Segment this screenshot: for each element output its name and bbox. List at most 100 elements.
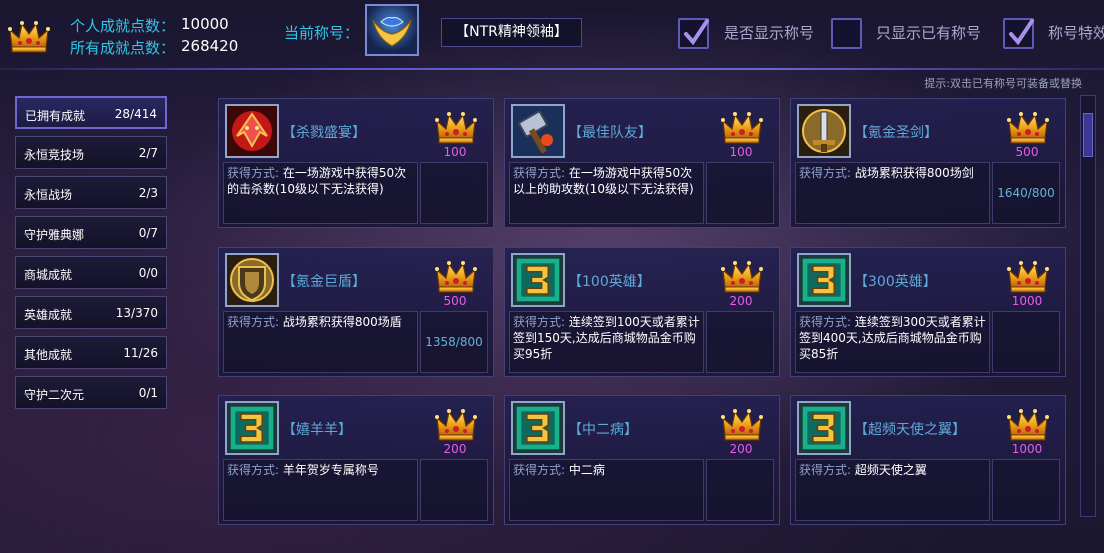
crown-icon bbox=[721, 406, 763, 442]
card-progress bbox=[420, 162, 488, 224]
sidebar-item-arena[interactable]: 永恒竞技场 2/7 bbox=[15, 136, 167, 169]
crown-icon bbox=[1007, 109, 1049, 145]
card-progress bbox=[420, 459, 488, 521]
shield-icon bbox=[225, 253, 279, 307]
show-title-checkbox[interactable] bbox=[678, 18, 709, 49]
sidebar-item-label: 永恒竞技场 bbox=[24, 148, 85, 162]
sidebar-item-battlefield[interactable]: 永恒战场 2/3 bbox=[15, 176, 167, 209]
emblem-3-icon bbox=[797, 253, 851, 307]
how-text: 战场累积获得800场盾 bbox=[282, 315, 402, 329]
achievement-card[interactable]: 【最佳队友】 100 获得方式: 在一场游戏中获得50次以上的助攻数(10级以下… bbox=[504, 98, 780, 228]
how-text: 战场累积获得800场剑 bbox=[854, 166, 974, 180]
achievement-card[interactable]: 【氪金巨盾】 500 获得方式: 战场累积获得800场盾 1358/800 bbox=[218, 247, 494, 377]
sidebar-item-athena[interactable]: 守护雅典娜 0/7 bbox=[15, 216, 167, 249]
sidebar-item-label: 守护雅典娜 bbox=[24, 228, 85, 242]
owned-only-label: 只显示已有称号 bbox=[876, 24, 982, 42]
sidebar-item-label: 其他成就 bbox=[24, 348, 73, 362]
all-points-label: 所有成就点数： bbox=[70, 39, 176, 57]
achievement-card[interactable]: 【中二病】 200 获得方式: 中二病 bbox=[504, 395, 780, 525]
sidebar-item-other[interactable]: 其他成就 11/26 bbox=[15, 336, 167, 369]
sidebar-item-hero[interactable]: 英雄成就 13/370 bbox=[15, 296, 167, 329]
hammer-icon bbox=[511, 104, 565, 158]
how-label: 获得方式: bbox=[227, 166, 280, 180]
all-points-value: 268420 bbox=[181, 37, 239, 55]
how-label: 获得方式: bbox=[227, 315, 280, 329]
card-description: 获得方式: 在一场游戏中获得50次的击杀数(10级以下无法获得) bbox=[223, 162, 418, 224]
header-divider bbox=[0, 68, 1104, 70]
card-progress: 1358/800 bbox=[420, 311, 488, 373]
crown-icon bbox=[435, 258, 477, 294]
current-title-label: 当前称号： bbox=[284, 24, 360, 42]
achievement-card[interactable]: 【300英雄】 1000 获得方式: 连续签到300天或者累计签到400天,达成… bbox=[790, 247, 1066, 377]
achievement-card[interactable]: 【超频天使之翼】 1000 获得方式: 超频天使之翼 bbox=[790, 395, 1066, 525]
crown-icon bbox=[721, 109, 763, 145]
card-points: 100 bbox=[729, 145, 753, 159]
card-progress bbox=[706, 162, 774, 224]
card-points: 500 bbox=[1015, 145, 1039, 159]
card-progress bbox=[706, 459, 774, 521]
how-label: 获得方式: bbox=[513, 463, 566, 477]
crown-icon bbox=[8, 16, 50, 56]
card-description: 获得方式: 连续签到100天或者累计签到150天,达成后商城物品金币购买95折 bbox=[509, 311, 704, 373]
hint-text: 提示:双击已有称号可装备或替换 bbox=[924, 77, 1082, 90]
how-text: 超频天使之翼 bbox=[854, 463, 927, 477]
card-progress: 1640/800 bbox=[992, 162, 1060, 224]
card-progress bbox=[706, 311, 774, 373]
sidebar-item-count: 2/7 bbox=[138, 146, 158, 160]
sidebar-item-shop[interactable]: 商城成就 0/0 bbox=[15, 256, 167, 289]
card-points: 100 bbox=[443, 145, 467, 159]
sidebar-item-count: 13/370 bbox=[115, 306, 158, 320]
achievement-card[interactable]: 【100英雄】 200 获得方式: 连续签到100天或者累计签到150天,达成后… bbox=[504, 247, 780, 377]
title-effect-label: 称号特效 bbox=[1048, 24, 1104, 42]
card-points: 200 bbox=[443, 442, 467, 456]
sidebar-item-count: 0/0 bbox=[138, 266, 158, 280]
emblem-3-icon bbox=[511, 401, 565, 455]
card-title: 【氪金圣剑】 bbox=[854, 125, 938, 141]
scrollbar[interactable] bbox=[1080, 95, 1096, 517]
emblem-3-icon bbox=[797, 401, 851, 455]
card-description: 获得方式: 超频天使之翼 bbox=[795, 459, 990, 521]
current-title-badge-icon[interactable] bbox=[365, 4, 419, 56]
achievement-card[interactable]: 【氪金圣剑】 500 获得方式: 战场累积获得800场剑 1640/800 bbox=[790, 98, 1066, 228]
achievement-card[interactable]: 【杀戮盛宴】 100 获得方式: 在一场游戏中获得50次的击杀数(10级以下无法… bbox=[218, 98, 494, 228]
card-progress bbox=[992, 311, 1060, 373]
sidebar-item-count: 0/1 bbox=[138, 386, 158, 400]
crown-icon bbox=[1007, 258, 1049, 294]
card-points: 1000 bbox=[1011, 294, 1043, 308]
card-title: 【100英雄】 bbox=[568, 274, 651, 290]
crown-icon bbox=[1007, 406, 1049, 442]
card-title: 【氪金巨盾】 bbox=[282, 274, 366, 290]
card-description: 获得方式: 战场累积获得800场盾 bbox=[223, 311, 418, 373]
sidebar-item-owned[interactable]: 已拥有成就 28/414 bbox=[15, 96, 167, 129]
how-label: 获得方式: bbox=[513, 315, 566, 329]
scrollbar-thumb[interactable] bbox=[1083, 113, 1093, 157]
sidebar-item-acg[interactable]: 守护二次元 0/1 bbox=[15, 376, 167, 409]
sidebar-item-count: 28/414 bbox=[114, 107, 157, 121]
how-label: 获得方式: bbox=[799, 166, 852, 180]
crown-icon bbox=[435, 109, 477, 145]
personal-points-label: 个人成就点数： bbox=[70, 17, 176, 35]
card-title: 【最佳队友】 bbox=[568, 125, 652, 141]
emblem-3-icon bbox=[511, 253, 565, 307]
achievement-card[interactable]: 【嬉羊羊】 200 获得方式: 羊年贺岁专属称号 bbox=[218, 395, 494, 525]
owned-only-checkbox[interactable] bbox=[831, 18, 862, 49]
how-label: 获得方式: bbox=[799, 463, 852, 477]
card-title: 【嬉羊羊】 bbox=[282, 422, 352, 438]
card-points: 200 bbox=[729, 442, 753, 456]
sword-icon bbox=[797, 104, 851, 158]
sidebar-item-label: 商城成就 bbox=[24, 268, 73, 282]
card-points: 200 bbox=[729, 294, 753, 308]
personal-points-value: 10000 bbox=[181, 15, 229, 33]
card-title: 【300英雄】 bbox=[854, 274, 937, 290]
category-sidebar: 已拥有成就 28/414 永恒竞技场 2/7 永恒战场 2/3 守护雅典娜 0/… bbox=[15, 96, 167, 416]
crown-icon bbox=[435, 406, 477, 442]
how-label: 获得方式: bbox=[799, 315, 852, 329]
card-description: 获得方式: 连续签到300天或者累计签到400天,达成后商城物品金币购买85折 bbox=[795, 311, 990, 373]
card-title: 【中二病】 bbox=[568, 422, 638, 438]
title-effect-checkbox[interactable] bbox=[1003, 18, 1034, 49]
emblem-3-icon bbox=[225, 401, 279, 455]
current-title-name: 【NTR精神领袖】 bbox=[441, 18, 582, 47]
how-text: 羊年贺岁专属称号 bbox=[282, 463, 379, 477]
sidebar-item-count: 11/26 bbox=[123, 346, 158, 360]
sidebar-item-label: 已拥有成就 bbox=[25, 109, 86, 123]
